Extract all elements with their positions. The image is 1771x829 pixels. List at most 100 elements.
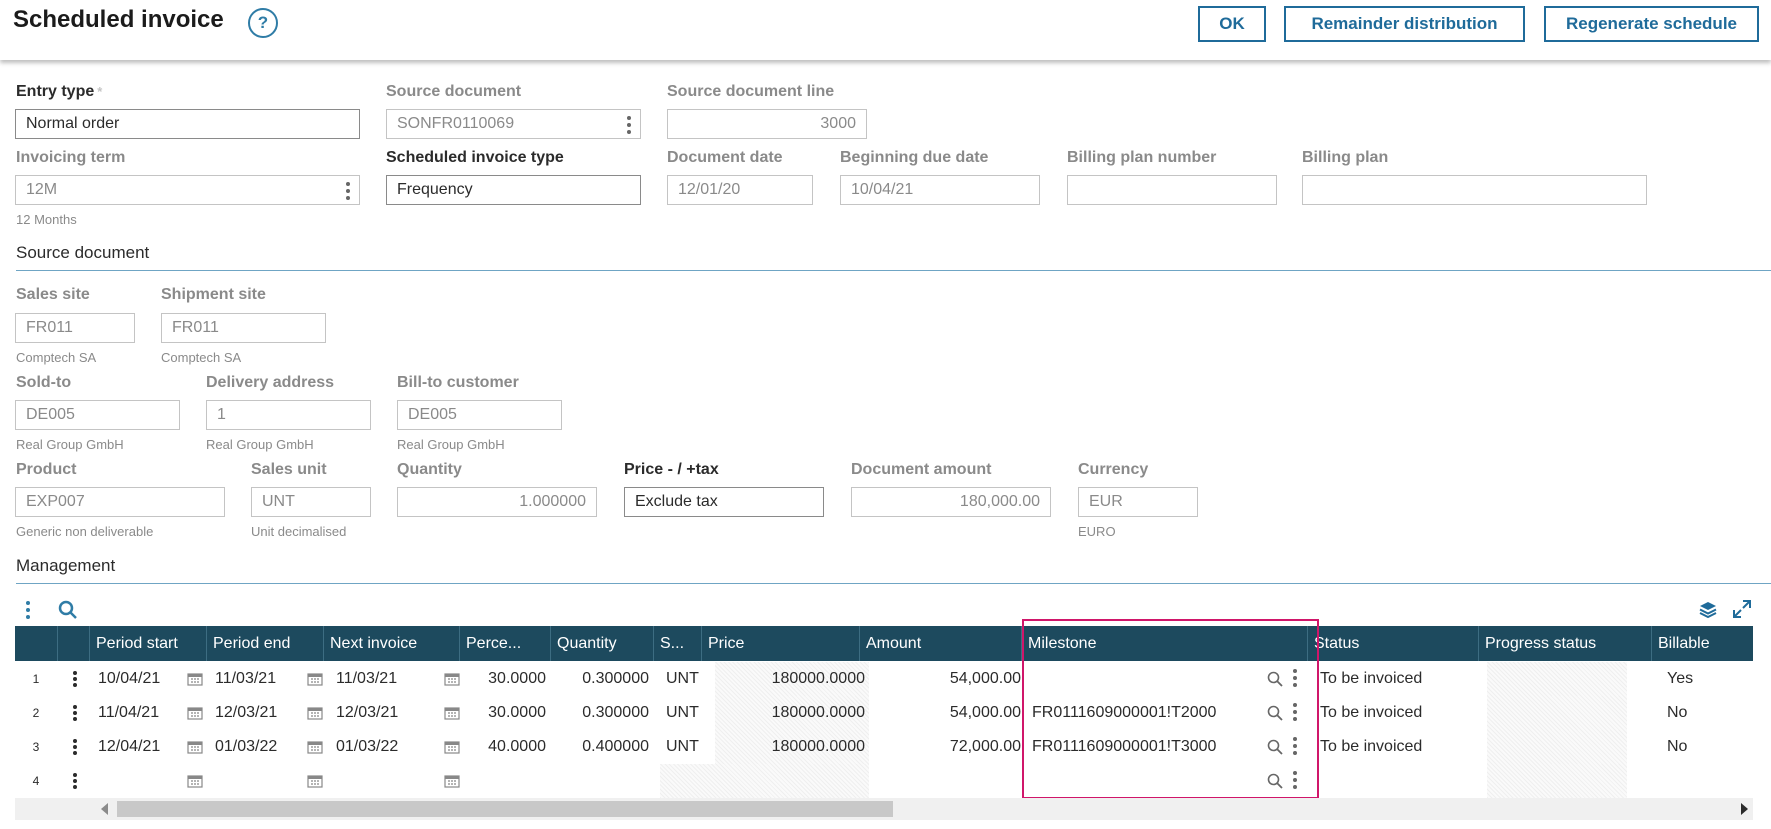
table-row[interactable]: 1 10/04/21 11/03/21 11/03/21 30.0000 0.3…	[15, 662, 1753, 696]
remainder-distribution-button[interactable]: Remainder distribution	[1284, 6, 1525, 42]
regenerate-schedule-button[interactable]: Regenerate schedule	[1544, 6, 1759, 42]
next-invoice-cell[interactable]: 12/03/21	[336, 696, 426, 730]
row-actions-icon[interactable]	[73, 671, 77, 689]
calendar-icon[interactable]	[444, 706, 460, 720]
period-start-cell[interactable]: 11/04/21	[98, 696, 188, 730]
calendar-icon[interactable]	[444, 672, 460, 686]
column-header[interactable]: Billable	[1651, 626, 1753, 661]
sales-site-description: Comptech SA	[16, 350, 97, 365]
scroll-right-icon[interactable]	[1741, 803, 1748, 815]
grid-actions-icon[interactable]	[26, 601, 30, 622]
calendar-icon[interactable]	[307, 774, 323, 788]
period-end-cell[interactable]: 11/03/21	[215, 662, 305, 696]
calendar-icon[interactable]	[444, 740, 460, 754]
invoicing-term-field[interactable]: 12M	[15, 175, 360, 205]
document-amount-field[interactable]: 180,000.00	[851, 487, 1051, 517]
calendar-icon[interactable]	[307, 740, 323, 754]
quantity-cell[interactable]: 0.300000	[550, 662, 649, 696]
help-icon[interactable]: ?	[248, 8, 278, 38]
period-end-cell[interactable]: 12/03/21	[215, 696, 305, 730]
column-header[interactable]: Quantity	[550, 626, 653, 661]
source-document-field[interactable]: SONFR0110069	[386, 109, 641, 139]
calendar-icon[interactable]	[187, 672, 203, 686]
more-options-icon[interactable]	[627, 116, 631, 137]
calendar-icon[interactable]	[187, 774, 203, 788]
column-header[interactable]: Perce...	[459, 626, 550, 661]
billing-plan-number-field[interactable]	[1067, 175, 1277, 205]
beginning-due-date-field[interactable]: 10/04/21	[840, 175, 1040, 205]
calendar-icon[interactable]	[307, 706, 323, 720]
product-field[interactable]: EXP007	[15, 487, 225, 517]
table-row[interactable]: 2 11/04/21 12/03/21 12/03/21 30.0000 0.3…	[15, 696, 1753, 730]
price-tax-field[interactable]: Exclude tax	[624, 487, 824, 517]
column-header[interactable]: Progress status	[1478, 626, 1651, 661]
billable-cell[interactable]: No	[1667, 696, 1747, 730]
column-header[interactable]: Next invoice	[323, 626, 459, 661]
more-options-icon[interactable]	[346, 182, 350, 203]
shipment-site-description: Comptech SA	[161, 350, 242, 365]
billing-plan-field[interactable]	[1302, 175, 1647, 205]
amount-cell[interactable]: 54,000.00	[859, 662, 1021, 696]
delivery-address-field[interactable]: 1	[206, 400, 371, 430]
quantity-field[interactable]: 1.000000	[397, 487, 597, 517]
calendar-icon[interactable]	[187, 740, 203, 754]
quantity-label: Quantity	[397, 461, 462, 478]
expand-icon[interactable]	[1732, 599, 1752, 619]
search-icon[interactable]	[58, 600, 78, 620]
document-date-field[interactable]: 12/01/20	[667, 175, 813, 205]
row-actions-icon[interactable]	[73, 773, 77, 791]
price-cell[interactable]: 180000.0000	[715, 696, 869, 730]
percent-cell[interactable]: 40.0000	[459, 730, 546, 764]
billable-cell[interactable]: Yes	[1667, 662, 1747, 696]
column-header[interactable]: S...	[653, 626, 701, 661]
unit-cell[interactable]: UNT	[666, 696, 706, 730]
billable-cell[interactable]: No	[1667, 730, 1747, 764]
scroll-left-icon[interactable]	[101, 803, 108, 815]
status-cell[interactable]: To be invoiced	[1320, 662, 1480, 696]
next-invoice-cell[interactable]: 11/03/21	[336, 662, 426, 696]
progress-status-cell	[1487, 696, 1627, 730]
unit-cell[interactable]: UNT	[666, 662, 706, 696]
status-cell[interactable]: To be invoiced	[1320, 730, 1480, 764]
entry-type-field[interactable]: Normal order	[15, 109, 360, 139]
period-start-cell[interactable]: 10/04/21	[98, 662, 188, 696]
currency-field[interactable]: EUR	[1078, 487, 1198, 517]
scheduled-invoice-type-field[interactable]: Frequency	[386, 175, 641, 205]
price-cell[interactable]: 180000.0000	[715, 730, 869, 764]
column-header[interactable]: Period end	[206, 626, 323, 661]
calendar-icon[interactable]	[187, 706, 203, 720]
percent-cell[interactable]: 30.0000	[459, 662, 546, 696]
status-cell[interactable]: To be invoiced	[1320, 696, 1480, 730]
bill-to-customer-field[interactable]: DE005	[397, 400, 562, 430]
source-document-line-field[interactable]: 3000	[667, 109, 867, 139]
column-header[interactable]: Amount	[859, 626, 1021, 661]
amount-cell[interactable]: 54,000.00	[859, 696, 1021, 730]
quantity-cell[interactable]: 0.300000	[550, 696, 649, 730]
column-header[interactable]: Period start	[89, 626, 206, 661]
period-end-cell[interactable]: 01/03/22	[215, 730, 305, 764]
quantity-cell[interactable]: 0.400000	[550, 730, 649, 764]
column-header[interactable]: Status	[1307, 626, 1478, 661]
sales-site-field[interactable]: FR011	[15, 313, 135, 343]
layers-icon[interactable]	[1698, 600, 1718, 620]
table-row[interactable]: 4	[15, 764, 1753, 798]
scrollbar-thumb[interactable]	[117, 801, 893, 817]
table-row[interactable]: 3 12/04/21 01/03/22 01/03/22 40.0000 0.4…	[15, 730, 1753, 764]
percent-cell[interactable]: 30.0000	[459, 696, 546, 730]
ok-button[interactable]: OK	[1198, 6, 1266, 42]
calendar-icon[interactable]	[444, 774, 460, 788]
row-actions-icon[interactable]	[73, 705, 77, 723]
horizontal-scrollbar[interactable]	[15, 798, 1753, 820]
price-cell[interactable]	[660, 764, 869, 798]
unit-cell[interactable]: UNT	[666, 730, 706, 764]
sold-to-field[interactable]: DE005	[15, 400, 180, 430]
column-header[interactable]: Price	[701, 626, 859, 661]
calendar-icon[interactable]	[307, 672, 323, 686]
shipment-site-field[interactable]: FR011	[161, 313, 326, 343]
row-actions-icon[interactable]	[73, 739, 77, 757]
period-start-cell[interactable]: 12/04/21	[98, 730, 188, 764]
next-invoice-cell[interactable]: 01/03/22	[336, 730, 426, 764]
sales-unit-field[interactable]: UNT	[251, 487, 371, 517]
price-cell[interactable]: 180000.0000	[715, 662, 869, 696]
amount-cell[interactable]: 72,000.00	[859, 730, 1021, 764]
